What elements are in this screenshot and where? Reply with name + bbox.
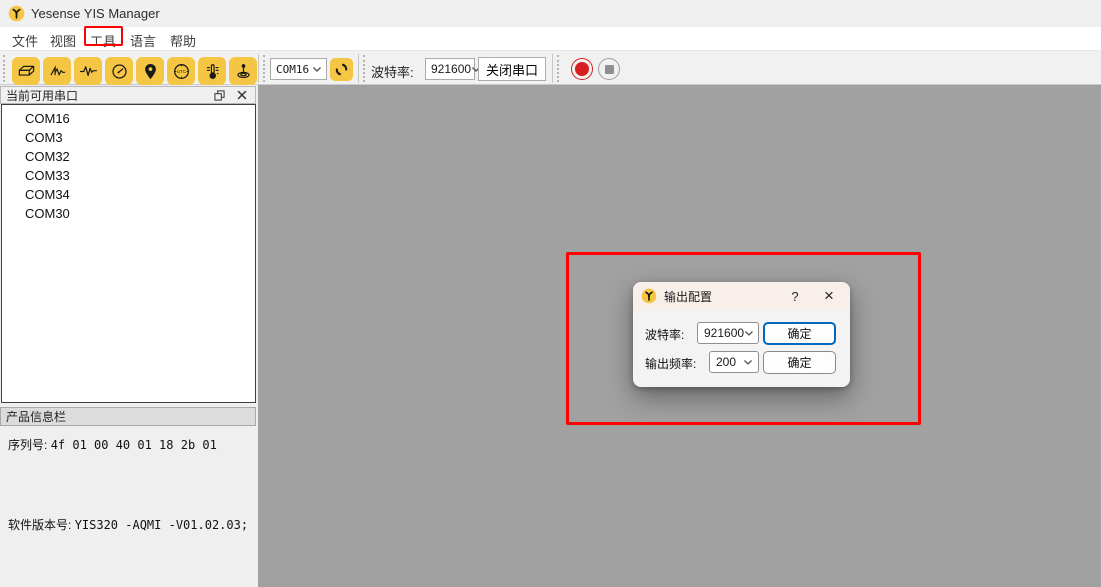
utc-clock-icon: UTC bbox=[172, 62, 191, 81]
com-port-value: COM16 bbox=[276, 63, 309, 76]
com-port-list-item[interactable]: COM16 bbox=[2, 109, 255, 128]
cube-3d-icon bbox=[17, 62, 36, 81]
com-port-list: COM16 COM3 COM32 COM33 COM34 COM30 bbox=[1, 104, 256, 403]
menu-item-view[interactable]: 视图 bbox=[47, 30, 79, 48]
title-bar: Yesense YIS Manager bbox=[0, 0, 1101, 27]
baud-rate-select[interactable]: 921600 bbox=[425, 58, 475, 80]
serial-port-panel: 当前可用串口 COM16 COM3 COM32 COM33 bbox=[0, 85, 258, 587]
toolbar-button-waveform[interactable] bbox=[74, 57, 102, 85]
baud-rate-label: 波特率: bbox=[371, 62, 414, 81]
com-port-list-item[interactable]: COM34 bbox=[2, 185, 255, 204]
chevron-down-icon bbox=[743, 359, 753, 366]
com-port-list-item[interactable]: COM3 bbox=[2, 128, 255, 147]
menu-item-file[interactable]: 文件 bbox=[9, 30, 41, 48]
toolbar-drag-handle[interactable] bbox=[263, 55, 265, 82]
app-window: Yesense YIS Manager 文件 视图 工具 语言 帮助 bbox=[0, 0, 1101, 587]
dialog-title-bar: 输出配置 ? × bbox=[633, 282, 850, 310]
attitude-curve-icon bbox=[48, 62, 67, 81]
svg-text:UTC: UTC bbox=[176, 69, 186, 74]
refresh-icon bbox=[334, 62, 349, 77]
dialog-title: 输出配置 bbox=[664, 288, 712, 305]
menu-item-language[interactable]: 语言 bbox=[127, 30, 159, 48]
toolbar-button-location[interactable] bbox=[136, 57, 164, 85]
com-port-list-item[interactable]: COM32 bbox=[2, 147, 255, 166]
dialog-output-rate-label: 输出频率: bbox=[645, 355, 696, 372]
dialog-body: 波特率: 921600 确定 输出频率: 200 确定 bbox=[633, 310, 850, 387]
com-port-select[interactable]: COM16 bbox=[270, 58, 327, 80]
dialog-close-button[interactable]: × bbox=[818, 285, 840, 307]
chevron-down-icon bbox=[744, 330, 754, 337]
serial-number-value: 4f 01 00 40 01 18 2b 01 bbox=[51, 438, 217, 452]
software-version-label: 软件版本号: bbox=[8, 518, 71, 532]
location-icon bbox=[141, 62, 160, 81]
product-info-header: 产品信息栏 bbox=[0, 407, 256, 426]
serial-port-panel-header: 当前可用串口 bbox=[0, 86, 256, 104]
stop-button[interactable] bbox=[598, 58, 620, 80]
serial-number-row: 序列号: 4f 01 00 40 01 18 2b 01 bbox=[8, 436, 217, 453]
toolbar-button-cube-3d[interactable] bbox=[12, 57, 40, 85]
dialog-output-rate-value: 200 bbox=[716, 355, 736, 369]
menu-item-tools[interactable]: 工具 bbox=[87, 30, 119, 48]
gauge-icon bbox=[110, 62, 129, 81]
com-port-list-item[interactable]: COM33 bbox=[2, 166, 255, 185]
window-title: Yesense YIS Manager bbox=[31, 6, 160, 21]
panel-float-button[interactable] bbox=[213, 89, 226, 102]
close-serial-port-button[interactable]: 关闭串口 bbox=[478, 57, 546, 81]
panel-close-button[interactable] bbox=[235, 89, 248, 102]
menu-bar: 文件 视图 工具 语言 帮助 bbox=[0, 27, 1101, 50]
toolbar-button-gauge[interactable] bbox=[105, 57, 133, 85]
product-info-title: 产品信息栏 bbox=[6, 408, 66, 425]
toolbar-button-utc-clock[interactable]: UTC bbox=[167, 57, 195, 85]
dialog-output-rate-select[interactable]: 200 bbox=[709, 351, 759, 373]
toolbar-drag-handle[interactable] bbox=[3, 55, 5, 82]
dialog-help-button[interactable]: ? bbox=[786, 287, 804, 305]
serial-port-panel-title: 当前可用串口 bbox=[6, 87, 78, 104]
dialog-logo-icon bbox=[641, 288, 657, 304]
dialog-output-rate-ok-button[interactable]: 确定 bbox=[763, 351, 836, 374]
output-config-dialog: 输出配置 ? × 波特率: 921600 确定 输出频率: 200 bbox=[633, 282, 850, 387]
dialog-baud-rate-select[interactable]: 921600 bbox=[697, 322, 759, 344]
toolbar-button-attitude-curve[interactable] bbox=[43, 57, 71, 85]
toolbar-separator bbox=[552, 54, 553, 83]
dialog-baud-rate-label: 波特率: bbox=[645, 326, 684, 343]
serial-number-label: 序列号: bbox=[8, 438, 47, 452]
dialog-baud-rate-ok-button[interactable]: 确定 bbox=[763, 322, 836, 345]
app-logo-icon bbox=[8, 5, 25, 22]
stop-icon bbox=[605, 65, 614, 74]
software-version-row: 软件版本号: YIS320 -AQMI -V01.02.03; bbox=[8, 516, 248, 533]
toolbar-drag-handle[interactable] bbox=[363, 55, 365, 82]
software-version-value: YIS320 -AQMI -V01.02.03; bbox=[75, 518, 248, 532]
com-port-list-item[interactable]: COM30 bbox=[2, 204, 255, 223]
record-icon bbox=[575, 62, 589, 76]
waveform-icon bbox=[79, 62, 98, 81]
toolbar-separator bbox=[258, 54, 259, 83]
record-button[interactable] bbox=[571, 58, 593, 80]
baud-rate-value: 921600 bbox=[431, 62, 471, 76]
toolbar-button-temperature[interactable] bbox=[198, 57, 226, 85]
toolbar-separator bbox=[358, 54, 359, 83]
refresh-ports-button[interactable] bbox=[330, 58, 353, 81]
vibration-icon bbox=[234, 62, 253, 81]
toolbar-drag-handle[interactable] bbox=[557, 55, 559, 82]
toolbar-button-vibration[interactable] bbox=[229, 57, 257, 85]
toolbar: UTC bbox=[0, 50, 1101, 85]
menu-item-help[interactable]: 帮助 bbox=[167, 30, 199, 48]
chevron-down-icon bbox=[312, 66, 322, 73]
temperature-icon bbox=[203, 62, 222, 81]
dialog-baud-rate-value: 921600 bbox=[704, 326, 744, 340]
